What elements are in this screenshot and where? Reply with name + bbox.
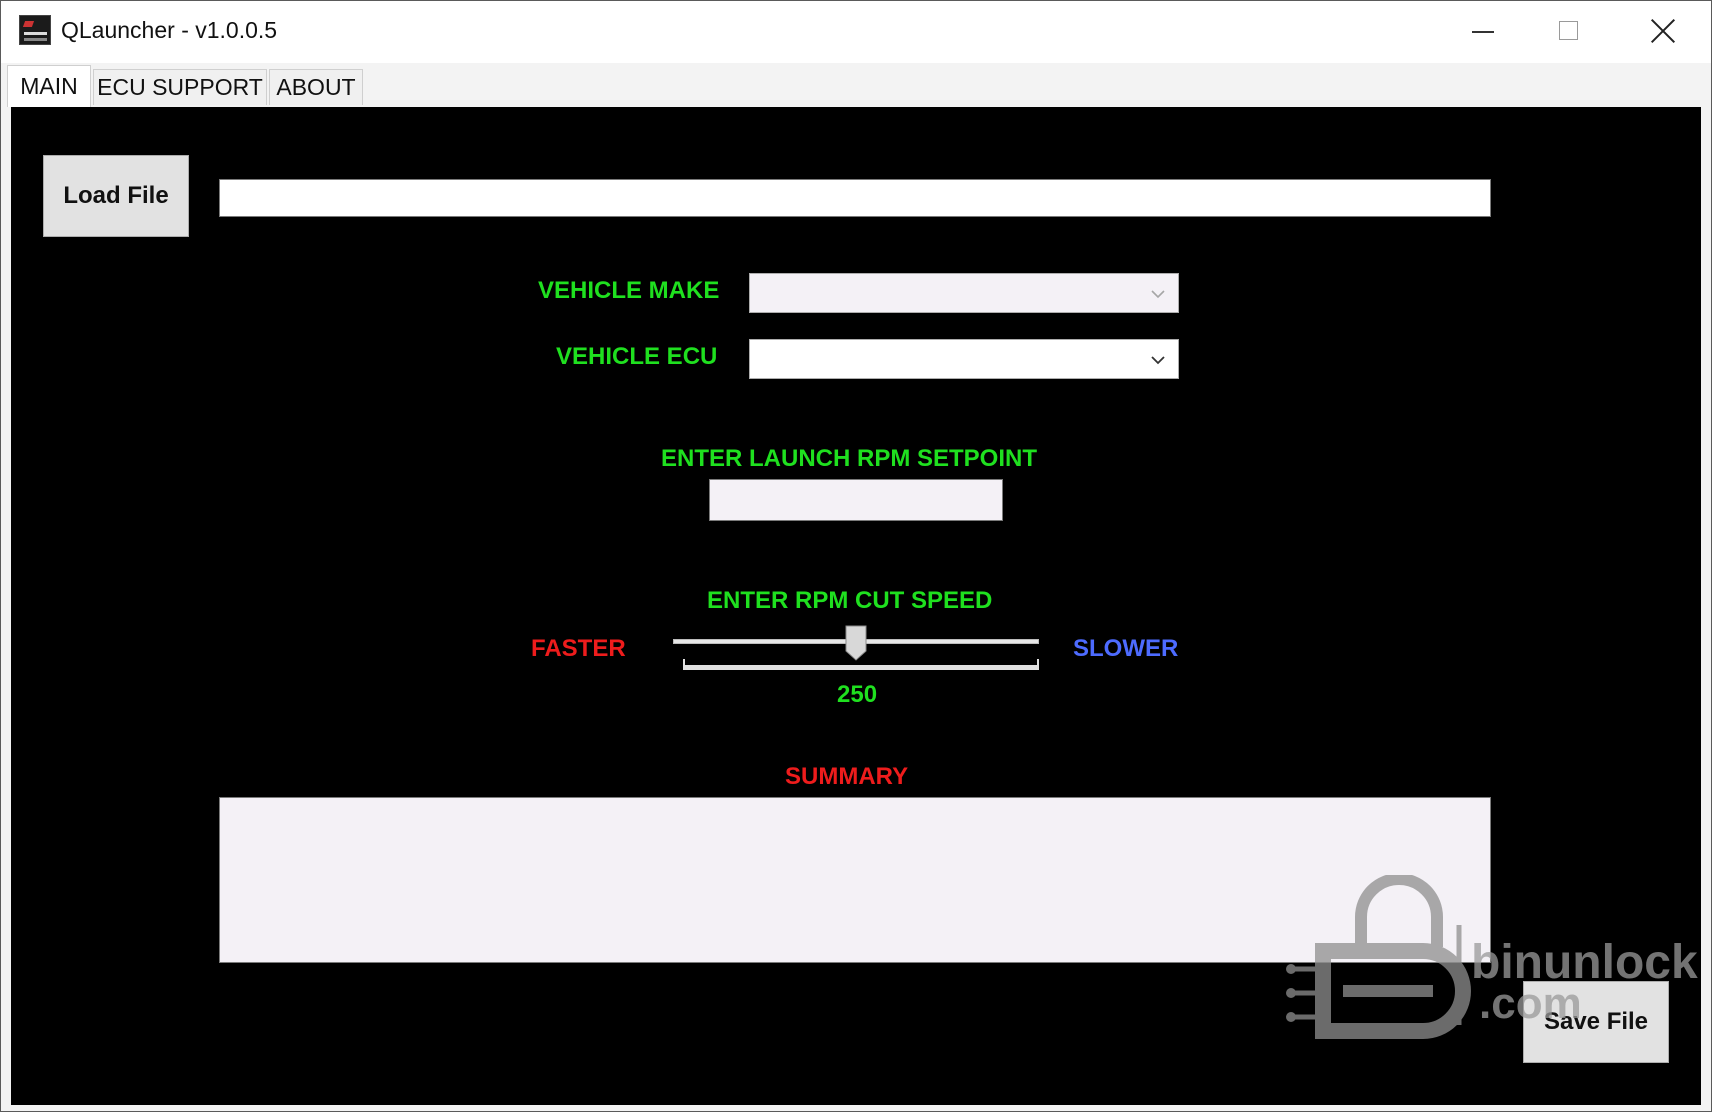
slower-label: SLOWER — [1073, 635, 1179, 662]
save-file-button[interactable]: Save File — [1523, 981, 1669, 1063]
load-file-button[interactable]: Load File — [43, 155, 189, 237]
tab-main[interactable]: MAIN — [7, 65, 91, 107]
minimize-button[interactable] — [1436, 1, 1526, 63]
title-bar[interactable]: QLauncher - v1.0.0.5 — [1, 1, 1711, 63]
maximize-icon — [1559, 21, 1578, 40]
vehicle-ecu-dropdown[interactable] — [749, 339, 1179, 379]
app-window: QLauncher - v1.0.0.5 MAIN ECU SUPPORT AB… — [0, 0, 1712, 1112]
chevron-down-icon — [1151, 290, 1165, 299]
launch-rpm-input[interactable] — [709, 479, 1003, 521]
tab-ecu-support[interactable]: ECU SUPPORT — [93, 69, 267, 105]
slider-tick-bar — [683, 659, 1039, 670]
faster-label: FASTER — [531, 635, 626, 662]
launch-rpm-label: ENTER LAUNCH RPM SETPOINT — [661, 445, 1038, 472]
main-panel: Load File VEHICLE MAKE VEHICLE ECU ENTER… — [11, 107, 1701, 1105]
close-button[interactable] — [1616, 1, 1706, 63]
rpm-cut-speed-label: ENTER RPM CUT SPEED — [707, 587, 993, 614]
minimize-icon — [1472, 31, 1494, 33]
maximize-button[interactable] — [1523, 1, 1613, 63]
rpm-cut-speed-slider[interactable] — [663, 617, 1049, 673]
vehicle-make-label: VEHICLE MAKE — [538, 277, 720, 304]
summary-label: SUMMARY — [785, 763, 909, 790]
qlauncher-logo-icon — [19, 15, 51, 45]
vehicle-make-dropdown[interactable] — [749, 273, 1179, 313]
tab-about[interactable]: ABOUT — [269, 69, 363, 105]
close-icon — [1650, 18, 1676, 44]
tab-strip: MAIN ECU SUPPORT ABOUT — [1, 63, 1711, 107]
window-title: QLauncher - v1.0.0.5 — [61, 17, 278, 43]
chevron-down-icon — [1151, 356, 1165, 365]
vehicle-ecu-label: VEHICLE ECU — [556, 343, 718, 370]
file-path-field[interactable] — [219, 179, 1491, 217]
summary-textbox[interactable] — [219, 797, 1491, 963]
rpm-cut-speed-value: 250 — [837, 681, 878, 708]
slider-thumb-icon[interactable] — [845, 625, 867, 661]
